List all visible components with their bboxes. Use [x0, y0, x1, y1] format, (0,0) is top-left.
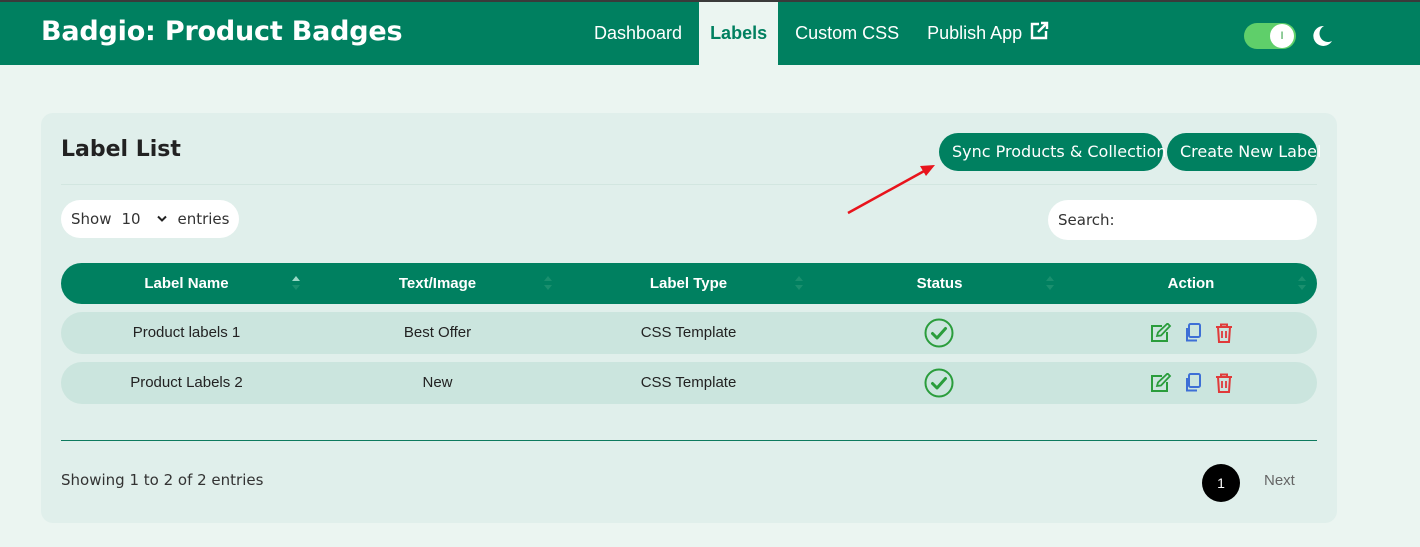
- app-title: Badgio: Product Badges: [41, 16, 403, 47]
- annotation-arrow-icon: [847, 165, 935, 215]
- nav-publish-app[interactable]: Publish App: [916, 2, 1060, 65]
- sort-asc-icon: [292, 276, 300, 290]
- divider: [61, 184, 1317, 185]
- table-bottom-divider: [61, 440, 1317, 441]
- table-row: Product Labels 2 New CSS Template: [61, 362, 1317, 404]
- edit-icon[interactable]: [1150, 323, 1172, 343]
- pagination-next[interactable]: Next: [1264, 472, 1295, 489]
- top-navbar: Badgio: Product Badges Dashboard Labels …: [0, 0, 1420, 65]
- theme-toggle[interactable]: I: [1244, 23, 1296, 49]
- column-header-status[interactable]: Status: [814, 263, 1065, 304]
- copy-icon[interactable]: [1184, 373, 1202, 393]
- pagination-page-1[interactable]: 1: [1202, 464, 1240, 502]
- column-header-action[interactable]: Action: [1065, 263, 1317, 304]
- nav-publish-app-label: Publish App: [927, 23, 1023, 43]
- entries-value: 10: [121, 210, 141, 228]
- toggle-knob: I: [1270, 24, 1294, 48]
- edit-icon[interactable]: [1150, 373, 1172, 393]
- sort-icon: [1046, 276, 1054, 290]
- column-header-label-name[interactable]: Label Name: [61, 263, 312, 304]
- nav-dashboard[interactable]: Dashboard: [583, 2, 693, 65]
- moon-icon[interactable]: [1311, 24, 1333, 48]
- card-title: Label List: [61, 137, 181, 162]
- sort-icon: [795, 276, 803, 290]
- cell-text-image: New: [422, 374, 453, 391]
- entries-select[interactable]: 10: [121, 200, 168, 238]
- search-input[interactable]: Search:: [1048, 200, 1317, 240]
- column-header-label-type[interactable]: Label Type: [563, 263, 814, 304]
- status-active-icon: [924, 368, 954, 398]
- nav-dashboard-label: Dashboard: [594, 23, 683, 43]
- table-header: Label Name Text/Image Label Type Status …: [61, 263, 1317, 304]
- nav-custom-css-label: Custom CSS: [795, 23, 900, 43]
- sync-products-button[interactable]: Sync Products & Collections: [939, 133, 1175, 171]
- entries-length-control: Show 10 entries: [61, 200, 240, 238]
- delete-icon[interactable]: [1215, 323, 1233, 343]
- cell-label-name: Product labels 1: [132, 324, 241, 341]
- entries-label: entries: [177, 210, 230, 228]
- main-nav: Dashboard Labels Custom CSS Publish App: [580, 2, 1063, 65]
- status-active-icon: [924, 318, 954, 348]
- table-info: Showing 1 to 2 of 2 entries: [61, 471, 264, 489]
- external-link-icon: [1031, 21, 1049, 40]
- nav-labels-label: Labels: [710, 23, 768, 43]
- cell-text-image: Best Offer: [403, 324, 472, 341]
- chevron-down-icon: [157, 215, 168, 222]
- cell-label-type: CSS Template: [640, 374, 737, 391]
- column-header-text-image[interactable]: Text/Image: [312, 263, 563, 304]
- nav-labels[interactable]: Labels: [699, 2, 779, 65]
- table-row: Product labels 1 Best Offer CSS Template: [61, 312, 1317, 354]
- label-list-card: Label List Sync Products & Collections C…: [41, 113, 1337, 523]
- sort-icon: [1298, 276, 1306, 290]
- sort-icon: [544, 276, 552, 290]
- create-label-button[interactable]: Create New Label: [1167, 133, 1321, 171]
- cell-label-name: Product Labels 2: [130, 374, 243, 391]
- cell-label-type: CSS Template: [640, 324, 737, 341]
- search-label: Search:: [1058, 211, 1115, 229]
- delete-icon[interactable]: [1215, 373, 1233, 393]
- show-label: Show: [71, 210, 112, 228]
- nav-custom-css[interactable]: Custom CSS: [784, 2, 910, 65]
- copy-icon[interactable]: [1184, 323, 1202, 343]
